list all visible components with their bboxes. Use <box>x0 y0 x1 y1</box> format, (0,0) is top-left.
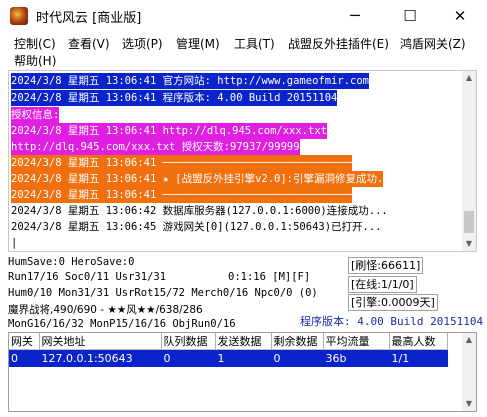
app-icon <box>10 7 28 25</box>
hum-save-status: HumSave:0 HeroSave:0 <box>8 256 135 268</box>
menu-tools[interactable]: 工具(T) <box>234 35 275 52</box>
table-cell: 1/1 <box>389 349 448 367</box>
log-line: 授权信息: <box>11 107 60 123</box>
magic-general-status: 魔界战将,490/690 - ★★风★★/638/286 <box>8 304 203 316</box>
menu-help[interactable]: 帮助(H) <box>14 52 56 69</box>
column-header[interactable]: 网关地址 <box>39 333 162 350</box>
menu-control[interactable]: 控制(C) <box>14 35 56 52</box>
title-bar: 时代风云 [商业版] ─ ☐ ✕ <box>0 0 487 32</box>
log-line: 2024/3/8 星期五 13:06:41 ──────────────────… <box>11 187 353 203</box>
log-line: 2024/3/8 星期五 13:06:45 游戏网关[0](127.0.0.1:… <box>11 221 382 233</box>
scrollbar-thumb[interactable] <box>464 211 474 233</box>
table-cell: 127.0.0.1:50643 <box>39 349 162 367</box>
run-clock: 0:1:16 [M][F] <box>228 271 311 283</box>
table-cell: 1 <box>215 349 272 367</box>
engine-days: [引擎:0.0009天] <box>348 294 438 311</box>
scroll-up-icon[interactable]: ▲ <box>462 333 476 347</box>
table-cell: 0 <box>161 349 216 367</box>
column-header[interactable]: 平均流量 <box>323 333 390 350</box>
log-console[interactable]: 2024/3/8 星期五 13:06:41 官方网站: http://www.g… <box>8 70 477 252</box>
online-counter: [在线:1/1/0] <box>348 276 417 293</box>
log-line: 2024/3/8 星期五 13:06:41 官方网站: http://www.g… <box>11 73 369 89</box>
log-line: 2024/3/8 星期五 13:06:41 http://dlq.945.com… <box>11 123 327 139</box>
maximize-button[interactable]: ☐ <box>390 4 430 28</box>
run-status: Run17/16 Soc0/11 Usr31/31 <box>8 271 167 283</box>
menu-anticheat-plugin[interactable]: 战盟反外挂插件(E) <box>288 35 389 52</box>
log-line: 2024/3/8 星期五 13:06:41 ──────────────────… <box>11 155 353 171</box>
menu-manage[interactable]: 管理(M) <box>176 35 220 52</box>
column-header[interactable]: 最高人数 <box>389 333 448 350</box>
menu-options[interactable]: 选项(P) <box>122 35 163 52</box>
column-header[interactable]: 发送数据 <box>215 333 272 350</box>
scroll-down-icon[interactable]: ▼ <box>462 237 476 251</box>
gateway-table[interactable]: 网关 网关地址 队列数据 发送数据 剩余数据 平均流量 最高人数 0 127.0… <box>8 332 477 412</box>
refresh-monster-counter: [刷怪:66611] <box>348 257 424 274</box>
mon-status: MonG16/16/32 MonP15/16/16 ObjRun0/16 <box>8 318 236 330</box>
table-cell: 0 <box>271 349 324 367</box>
log-line: 2024/3/8 星期五 13:06:41 程序版本: 4.00 Build 2… <box>11 90 338 106</box>
window-title: 时代风云 [商业版] <box>36 11 142 26</box>
scroll-down-icon[interactable]: ▼ <box>462 397 476 411</box>
close-button[interactable]: ✕ <box>440 4 480 28</box>
table-scrollbar[interactable]: ▲ ▼ <box>462 333 476 411</box>
table-cell: 0 <box>9 349 40 367</box>
log-line: 2024/3/8 星期五 13:06:41 ★ [战盟反外挂引擎v2.0]:引擎… <box>11 171 384 187</box>
column-header[interactable]: 网关 <box>9 333 40 350</box>
hum-status: Hum0/10 Mon31/31 UsrRot15/72 Merch0/16 N… <box>8 287 318 299</box>
log-cursor: | <box>11 237 18 249</box>
menu-bar: 控制(C) 查看(V) 选项(P) 管理(M) 工具(T) 战盟反外挂插件(E)… <box>0 32 487 70</box>
scroll-up-icon[interactable]: ▲ <box>462 71 476 85</box>
column-header[interactable]: 队列数据 <box>161 333 216 350</box>
log-scrollbar[interactable]: ▲ ▼ <box>462 71 476 251</box>
program-version: 程序版本: 4.00 Build 20151104 <box>300 315 484 328</box>
table-row[interactable]: 0 127.0.0.1:50643 0 1 0 36b 1/1 <box>9 349 448 367</box>
menu-hongdun-gateway[interactable]: 鸿盾网关(Z) <box>400 35 466 52</box>
log-line: http://dlq.945.com/xxx.txt 授权天数:97937/99… <box>11 139 300 155</box>
column-header[interactable]: 剩余数据 <box>271 333 324 350</box>
minimize-button[interactable]: ─ <box>335 4 375 28</box>
table-cell: 36b <box>323 349 390 367</box>
menu-view[interactable]: 查看(V) <box>68 35 110 52</box>
table-header-row: 网关 网关地址 队列数据 发送数据 剩余数据 平均流量 最高人数 <box>9 333 448 350</box>
log-line: 2024/3/8 星期五 13:06:42 数据库服务器(127.0.0.1:6… <box>11 205 388 217</box>
